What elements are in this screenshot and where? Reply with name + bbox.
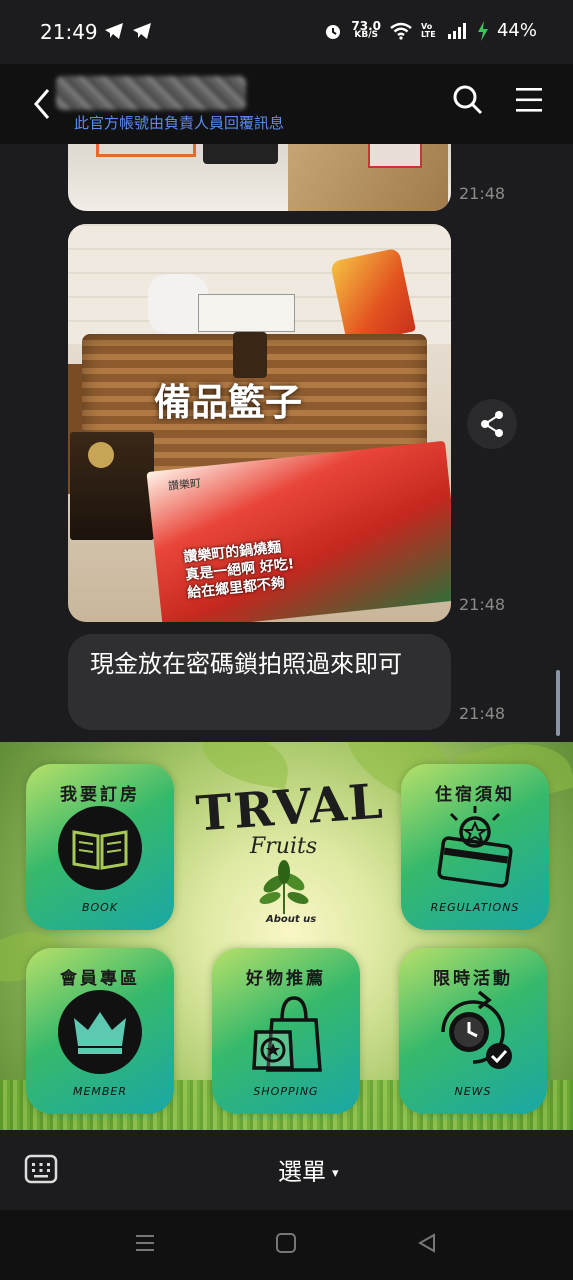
status-bar: 21:49 73.0 KB/S Vo LTE 44% [0, 0, 573, 64]
image-message[interactable] [68, 144, 451, 211]
rich-menu: TRVAL Fruits About us 我要訂房 BOOK 住宿須知 REG… [0, 742, 573, 1130]
rich-menu-tile-shopping[interactable]: 好物推薦 SHOPPING [212, 948, 360, 1114]
menu-toggle-label: 選單 [278, 1158, 326, 1186]
rich-menu-tile-news[interactable]: 限時活動 NEWS [399, 948, 547, 1114]
blurred-account-name [56, 76, 246, 110]
telegram-icon [133, 23, 151, 39]
about-us-link[interactable]: About us [266, 914, 316, 925]
message-time: 21:48 [459, 595, 506, 614]
brand-logo: TRVAL [194, 773, 387, 843]
charging-icon [477, 20, 488, 41]
header-subtitle: 此官方帳號由負責人員回覆訊息 [74, 114, 285, 132]
alarm-icon [326, 24, 341, 39]
back-nav-icon[interactable] [416, 1232, 438, 1254]
wifi-icon [390, 22, 412, 40]
home-icon[interactable] [275, 1232, 297, 1254]
share-button[interactable] [467, 399, 517, 449]
card-star-icon [437, 806, 513, 888]
telegram-icon [105, 23, 123, 39]
status-time: 21:49 [40, 20, 98, 44]
recent-apps-icon[interactable] [134, 1232, 156, 1254]
menu-icon[interactable] [514, 86, 544, 114]
status-right: 73.0 KB/S Vo LTE 44% [323, 20, 537, 41]
photo-detail [96, 144, 196, 157]
message-time: 21:48 [459, 704, 506, 723]
clock-check-icon [441, 990, 512, 1069]
system-nav-bar [0, 1210, 573, 1280]
rich-menu-tile-book[interactable]: 我要訂房 BOOK [26, 764, 174, 930]
chat-area[interactable]: 21:48 讚樂町 讚樂町的鍋燒麵 真是一絕啊 好吃! 給在鄉里都不夠 備品籃子… [0, 144, 573, 742]
keyboard-icon[interactable] [24, 1152, 58, 1186]
net-speed: 73.0 KB/S [351, 18, 381, 40]
book-icon [58, 806, 142, 890]
back-icon[interactable] [28, 84, 56, 124]
chevron-down-icon: ▾ [332, 1166, 339, 1181]
image-message[interactable]: 讚樂町 讚樂町的鍋燒麵 真是一絕啊 好吃! 給在鄉里都不夠 備品籃子 [68, 224, 451, 622]
photo-detail [368, 144, 422, 168]
scroll-indicator[interactable] [556, 670, 560, 736]
battery-level: 44% [496, 20, 537, 41]
photo-detail [198, 294, 295, 332]
shopping-bag-icon [252, 996, 322, 1072]
search-icon[interactable] [452, 84, 484, 116]
message-time: 21:48 [459, 184, 506, 203]
rich-menu-toggle[interactable]: 選單 ▾ [278, 1152, 339, 1187]
brand-subtitle: Fruits [250, 834, 318, 859]
share-icon [481, 411, 503, 437]
volte-indicator: Vo LTE [420, 21, 436, 39]
text-message[interactable]: 現金放在密碼鎖拍照過來即可 [68, 634, 451, 730]
image-overlay-text: 備品籃子 [154, 381, 302, 424]
bottom-bar: 選單 ▾ [0, 1130, 573, 1210]
plant-icon [259, 860, 309, 914]
rich-menu-tile-member[interactable]: 會員專區 MEMBER [26, 948, 174, 1114]
signal-icon [447, 22, 466, 39]
photo-detail [70, 432, 154, 540]
chat-header: 此官方帳號由負責人員回覆訊息 [0, 64, 573, 144]
rich-menu-tile-regulations[interactable]: 住宿須知 REGULATIONS [401, 764, 549, 930]
crown-icon [58, 990, 142, 1074]
photo-detail [203, 144, 278, 164]
message-text: 現金放在密碼鎖拍照過來即可 [90, 650, 402, 678]
photo-flyer: 讚樂町 讚樂町的鍋燒麵 真是一絕啊 好吃! 給在鄉里都不夠 [146, 440, 451, 622]
